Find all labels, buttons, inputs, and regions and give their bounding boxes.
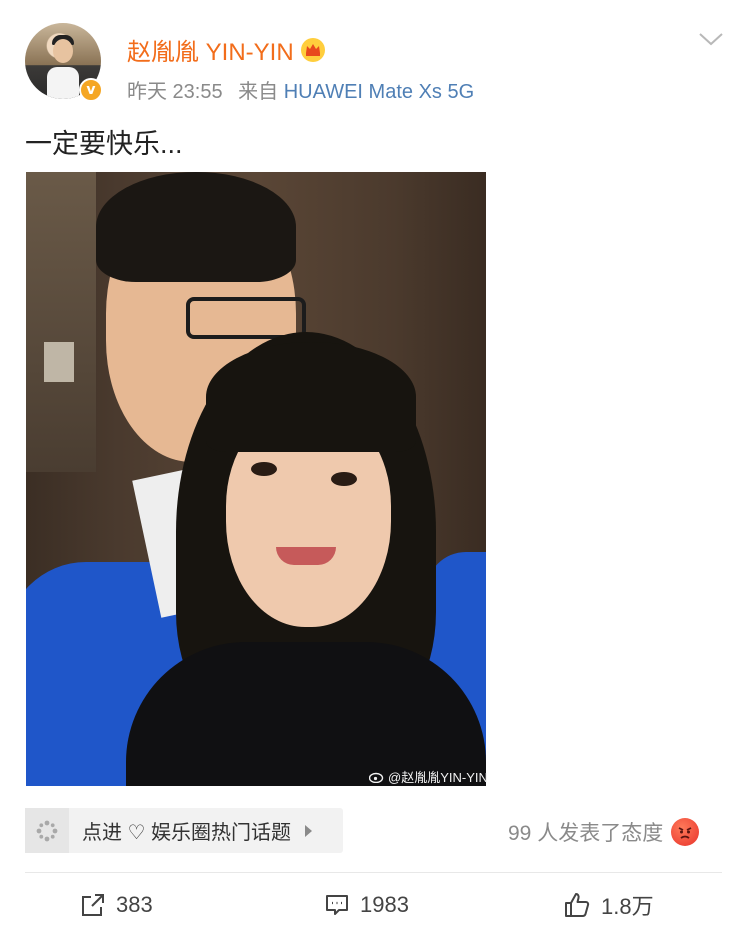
attitude-summary[interactable]: 99 人发表了态度	[508, 817, 700, 847]
post-header: v 赵胤胤 YIN-YIN 昨天 23:55 来自 HUAWEI Mate Xs…	[0, 0, 747, 110]
crown-icon	[300, 37, 325, 62]
attitude-label: 99 人发表了态度	[508, 822, 664, 845]
chevron-right-icon	[305, 824, 313, 837]
repost-count: 383	[116, 892, 153, 917]
sparkle-icon	[25, 808, 69, 853]
post-image[interactable]	[26, 172, 486, 786]
thumbs-up-icon	[565, 893, 590, 917]
weibo-logo-icon	[369, 772, 384, 783]
username-text[interactable]: 赵胤胤 YIN-YIN	[127, 32, 294, 67]
watermark-text: @赵胤胤YIN-YIN	[388, 770, 488, 785]
chevron-down-icon[interactable]	[697, 28, 725, 50]
post-meta: 昨天 23:55 来自 HUAWEI Mate Xs 5G	[127, 75, 474, 104]
repost-button[interactable]: 383	[80, 888, 153, 922]
post-text: 一定要快乐...	[25, 129, 183, 159]
source-prefix: 来自	[238, 81, 279, 103]
like-button[interactable]: 1.8万	[563, 888, 654, 922]
like-count: 1.8万	[601, 894, 654, 919]
topic-label[interactable]: 点进 ♡ 娱乐圈热门话题	[82, 816, 291, 845]
image-watermark: @赵胤胤YIN-YIN	[369, 767, 488, 786]
comment-count: 1983	[360, 892, 409, 917]
verified-badge-icon: v	[79, 78, 103, 102]
comment-button[interactable]: 1983	[324, 888, 409, 922]
comment-icon	[326, 895, 348, 915]
share-icon	[82, 894, 104, 916]
source-link[interactable]: HUAWEI Mate Xs 5G	[284, 81, 474, 103]
username[interactable]: 赵胤胤 YIN-YIN	[127, 32, 326, 67]
post-time: 昨天 23:55	[127, 81, 223, 103]
angry-face-icon	[671, 818, 700, 846]
divider	[25, 872, 722, 873]
topic-link[interactable]: 点进 ♡ 娱乐圈热门话题	[25, 808, 343, 853]
